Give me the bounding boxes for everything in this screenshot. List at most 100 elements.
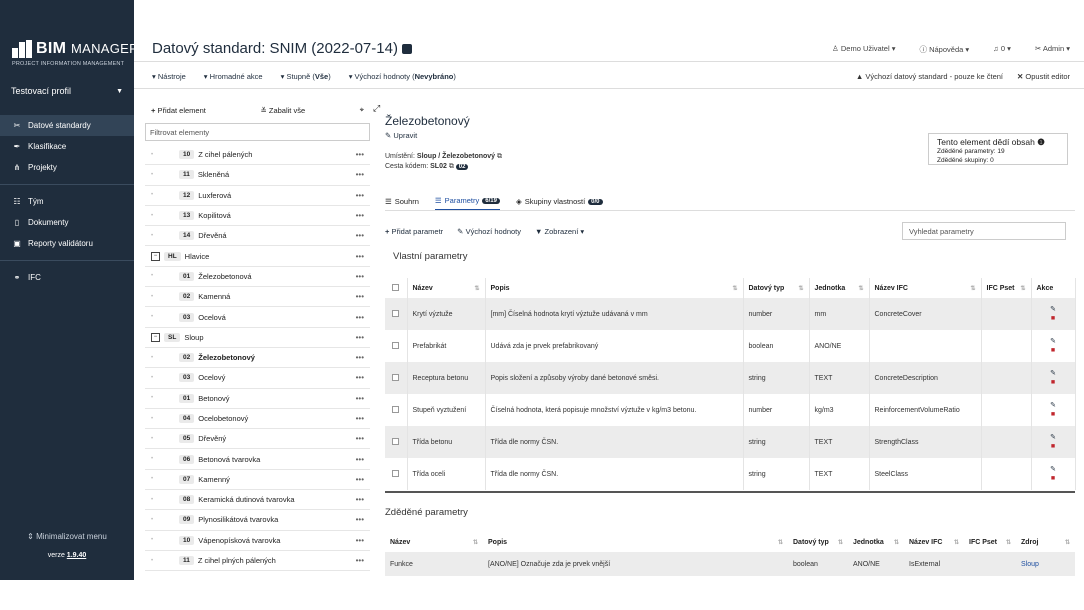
tab-souhrn[interactable]: ☰ Souhrn — [385, 192, 419, 211]
tree-item[interactable]: • 13 Kopilitová ••• — [145, 206, 370, 227]
add-parameter-button[interactable]: + Přidat parametr — [385, 227, 443, 236]
tree-group[interactable]: − HL Hlavice ••• — [145, 246, 370, 267]
checkbox[interactable] — [392, 341, 400, 349]
sort-icon[interactable]: ⇅ — [1006, 539, 1011, 546]
sort-icon[interactable]: ⇅ — [778, 539, 783, 546]
tree-item[interactable]: • 11 Skleněná ••• — [145, 165, 370, 186]
select-all-checkbox[interactable] — [385, 278, 408, 298]
sort-icon[interactable]: ⇅ — [1065, 539, 1070, 546]
more-icon[interactable]: ••• — [356, 292, 364, 301]
more-icon[interactable]: ••• — [356, 536, 364, 545]
exit-editor-button[interactable]: ✕ Opustit editor — [1017, 72, 1070, 81]
more-icon[interactable]: ••• — [356, 394, 364, 403]
sort-icon[interactable]: ⇅ — [954, 539, 959, 546]
collapse-all-button[interactable]: ≚ Zabalit vše — [260, 106, 305, 115]
column-header[interactable]: Jednotka ⇅ — [809, 278, 870, 298]
checkbox[interactable] — [392, 283, 400, 291]
more-icon[interactable]: ••• — [356, 495, 364, 504]
tab-skupiny-vlastností[interactable]: ◈ Skupiny vlastností 0/0 — [516, 192, 603, 211]
tree-item[interactable]: • 04 Ocelobetonový ••• — [145, 409, 370, 430]
expand-icon[interactable]: ⤢ — [373, 103, 380, 114]
location-value[interactable]: Sloup / Železobetonový — [417, 153, 495, 160]
more-icon[interactable]: ••• — [356, 150, 364, 159]
tree-item[interactable]: • 12 Luxferová ••• — [145, 186, 370, 206]
more-icon[interactable]: ••• — [356, 515, 364, 524]
tree-item[interactable]: • 02 Kamenná ••• — [145, 287, 370, 308]
column-header[interactable]: Datový typ ⇅ — [743, 278, 810, 298]
trash-icon[interactable]: ■ — [1037, 442, 1070, 451]
more-icon[interactable]: ••• — [356, 333, 364, 342]
tree-item[interactable]: • 05 Dřevěný ••• — [145, 429, 370, 450]
user-menu[interactable]: ♙ Demo Uživatel ▾ — [832, 44, 895, 55]
column-header[interactable]: Název ⇅ — [385, 532, 483, 552]
edit-icon[interactable]: ✎ — [1037, 401, 1070, 410]
tree-item[interactable]: • 08 Keramická dutinová tvarovka ••• — [145, 490, 370, 511]
edit-icon[interactable]: ✎ — [1037, 465, 1070, 474]
more-icon[interactable]: ••• — [356, 211, 364, 220]
info-icon[interactable]: ❶ — [1037, 137, 1045, 147]
more-icon[interactable]: ••• — [356, 313, 364, 322]
more-icon[interactable]: ••• — [356, 170, 364, 179]
logo[interactable]: BIM MANAGER PROJECT INFORMATION MANAGEME… — [12, 38, 139, 72]
trash-icon[interactable]: ■ — [1037, 314, 1070, 323]
parameter-search-input[interactable]: Vyhledat parametry — [902, 222, 1066, 240]
tree-item[interactable]: • 01 Betonový ••• — [145, 389, 370, 409]
column-header[interactable]: Akce — [1031, 278, 1076, 298]
more-icon[interactable]: ••• — [356, 475, 364, 484]
profile-select[interactable]: Testovací profil ▼ — [0, 78, 134, 104]
tab-parametry[interactable]: ☰ Parametry 6/19 — [434, 192, 500, 211]
dropdown-square-icon[interactable] — [401, 43, 412, 54]
column-header[interactable]: Název ⇅ — [407, 278, 486, 298]
trash-icon[interactable]: ■ — [1037, 378, 1070, 387]
column-header[interactable]: Zdroj ⇅ — [1016, 532, 1075, 552]
sort-icon[interactable]: ⇅ — [732, 285, 737, 292]
column-header[interactable]: IFC Pset ⇅ — [981, 278, 1032, 298]
edit-icon[interactable]: ✎ — [1037, 369, 1070, 378]
edit-icon[interactable]: ✎ — [1037, 433, 1070, 442]
nav-item-datové-standardy[interactable]: ✂ Datové standardy — [0, 115, 134, 136]
tree-item[interactable]: • 10 Vápenopísková tvarovka ••• — [145, 531, 370, 551]
column-header[interactable]: Název IFC ⇅ — [869, 278, 982, 298]
nav-item-dokumenty[interactable]: ▯ Dokumenty — [0, 212, 134, 233]
sort-icon[interactable]: ⇅ — [798, 285, 803, 292]
help-menu[interactable]: ⓘ Nápověda ▾ — [920, 44, 970, 55]
sort-icon[interactable]: ⇅ — [970, 285, 975, 292]
checkbox[interactable] — [392, 437, 400, 445]
tree-item[interactable]: • 09 Plynosilikátová tvarovka ••• — [145, 510, 370, 531]
sort-icon[interactable]: ⇅ — [473, 539, 478, 546]
collapse-minus-icon[interactable]: − — [151, 332, 160, 342]
more-icon[interactable]: ••• — [356, 231, 364, 240]
target-icon[interactable]: ⌖ — [360, 105, 364, 115]
checkbox[interactable] — [392, 373, 400, 381]
sort-icon[interactable]: ⇅ — [894, 539, 899, 546]
levels-menu[interactable]: ▾ Stupně (Vše) — [281, 72, 331, 81]
sort-icon[interactable]: ⇅ — [858, 285, 863, 292]
checkbox[interactable] — [392, 405, 400, 413]
bulk-actions-menu[interactable]: ▾ Hromadné akce — [204, 72, 263, 81]
nav-item-ifc[interactable]: ⚭ IFC — [0, 267, 134, 288]
copy-icon[interactable]: ⧉ — [449, 163, 454, 170]
more-icon[interactable]: ••• — [356, 414, 364, 423]
trash-icon[interactable]: ■ — [1037, 410, 1070, 419]
trash-icon[interactable]: ■ — [1037, 346, 1070, 355]
checkbox[interactable] — [392, 469, 400, 477]
column-header[interactable]: Popis ⇅ — [485, 278, 744, 298]
more-icon[interactable]: ••• — [356, 434, 364, 443]
add-element-button[interactable]: + Přidat element — [151, 106, 206, 115]
tools-menu[interactable]: ▾ Nástroje — [152, 72, 186, 81]
tree-group[interactable]: − SL Sloup ••• — [145, 327, 370, 348]
more-icon[interactable]: ••• — [356, 272, 364, 281]
more-icon[interactable]: ••• — [356, 556, 364, 565]
tree-item[interactable]: • 01 Železobetonová ••• — [145, 267, 370, 288]
view-menu[interactable]: ▼ Zobrazení ▾ — [535, 227, 584, 236]
column-header[interactable]: Datový typ ⇅ — [788, 532, 848, 552]
tree-item[interactable]: • 11 Z cihel plných pálených ••• — [145, 551, 370, 572]
nav-item-reporty-validátoru[interactable]: ▣ Reporty validátoru — [0, 233, 134, 254]
nav-item-tým[interactable]: ☷ Tým — [0, 191, 134, 212]
minimize-menu[interactable]: ⇕ Minimalizovat menu — [0, 532, 134, 541]
tree-item[interactable]: • 07 Kamenný ••• — [145, 470, 370, 491]
tree-item[interactable]: • 10 Z cihel pálených ••• — [145, 145, 370, 166]
edit-icon[interactable]: ✎ — [1037, 305, 1070, 314]
sort-icon[interactable]: ⇅ — [1020, 285, 1025, 292]
sort-icon[interactable]: ⇅ — [474, 285, 479, 292]
